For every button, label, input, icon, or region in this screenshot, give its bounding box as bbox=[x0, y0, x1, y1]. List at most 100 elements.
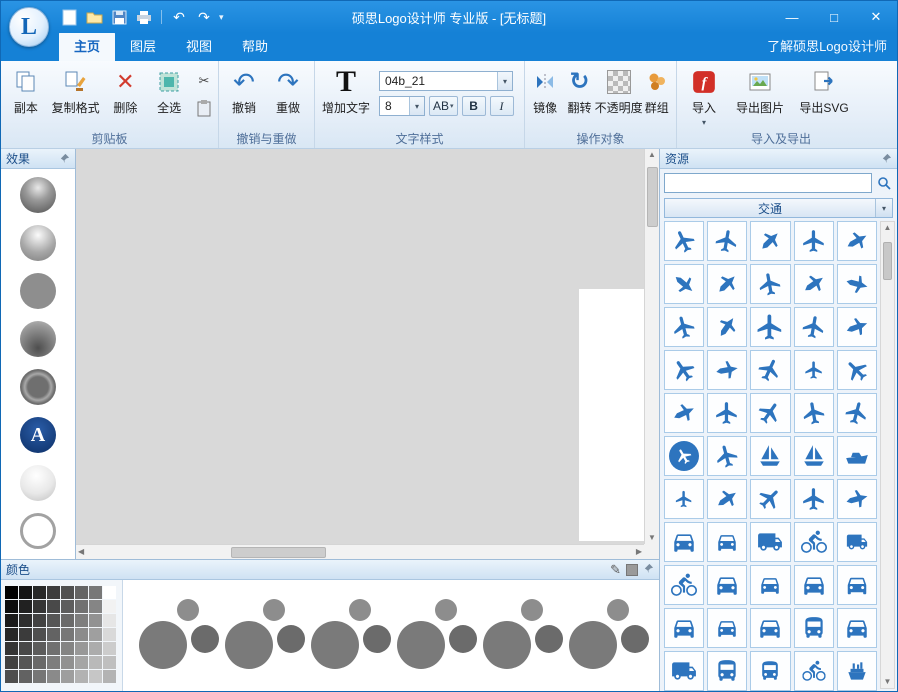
import-button[interactable]: f 导入 ▾ bbox=[680, 64, 728, 127]
open-file-button[interactable] bbox=[84, 7, 104, 27]
resource-item-plane[interactable] bbox=[750, 479, 790, 519]
redo-button[interactable]: ↷ 重做 bbox=[266, 64, 310, 116]
color-swatch[interactable] bbox=[47, 642, 60, 655]
color-swatch[interactable] bbox=[47, 656, 60, 669]
resource-item-truck[interactable] bbox=[837, 522, 877, 562]
copy-format-button[interactable]: 复制格式 bbox=[48, 64, 104, 116]
resource-item-plane[interactable] bbox=[707, 436, 747, 476]
resource-item-car[interactable] bbox=[707, 522, 747, 562]
color-swatch[interactable] bbox=[61, 614, 74, 627]
color-swatch[interactable] bbox=[89, 614, 102, 627]
color-swatch[interactable] bbox=[5, 614, 18, 627]
resource-item-plane[interactable] bbox=[664, 350, 704, 390]
cut-button[interactable]: ✂ bbox=[193, 70, 215, 92]
color-swatch[interactable] bbox=[61, 586, 74, 599]
color-swatch[interactable] bbox=[103, 628, 116, 641]
resource-item-plane[interactable] bbox=[707, 393, 747, 433]
effect-item-ring-thick[interactable] bbox=[20, 369, 56, 405]
effect-item-sphere-light[interactable] bbox=[20, 465, 56, 501]
template-preview[interactable] bbox=[139, 597, 219, 675]
resource-item-plane[interactable] bbox=[664, 221, 704, 261]
delete-button[interactable]: ✕ 删除 bbox=[103, 64, 147, 116]
pin-icon[interactable] bbox=[59, 153, 70, 164]
effect-item-ball-shadow[interactable] bbox=[20, 321, 56, 357]
resource-item-bus[interactable] bbox=[794, 608, 834, 648]
resource-item-bus[interactable] bbox=[750, 651, 790, 691]
resource-item-plane[interactable] bbox=[664, 479, 704, 519]
canvas-horizontal-scrollbar[interactable]: ◀ ▶ bbox=[76, 544, 644, 559]
color-swatch[interactable] bbox=[33, 614, 46, 627]
resource-item-car[interactable] bbox=[707, 608, 747, 648]
resource-item-sail[interactable] bbox=[750, 436, 790, 476]
color-swatch[interactable] bbox=[5, 670, 18, 683]
undo-quick-button[interactable]: ↶ bbox=[169, 7, 189, 27]
color-swatch[interactable] bbox=[47, 670, 60, 683]
color-swatch[interactable] bbox=[19, 656, 32, 669]
canvas-vertical-scrollbar[interactable]: ▲ ▼ bbox=[644, 149, 659, 544]
template-preview[interactable] bbox=[225, 597, 305, 675]
resource-item-plane[interactable] bbox=[750, 264, 790, 304]
export-svg-button[interactable]: 导出SVG bbox=[792, 64, 856, 116]
toolbar-dropdown-icon[interactable]: ▾ bbox=[219, 12, 224, 23]
color-swatch[interactable] bbox=[103, 656, 116, 669]
color-swatch[interactable] bbox=[5, 600, 18, 613]
resource-item-plane[interactable] bbox=[794, 479, 834, 519]
color-swatch[interactable] bbox=[103, 670, 116, 683]
canvas-page[interactable] bbox=[579, 289, 644, 541]
resource-item-plane[interactable] bbox=[664, 307, 704, 347]
color-swatch[interactable] bbox=[33, 586, 46, 599]
font-size-select[interactable]: 8 ▾ bbox=[379, 96, 425, 116]
scroll-up-icon[interactable]: ▲ bbox=[884, 224, 892, 232]
minimize-button[interactable]: — bbox=[771, 1, 813, 33]
color-swatch[interactable] bbox=[5, 586, 18, 599]
app-logo[interactable]: L bbox=[9, 7, 49, 47]
tab-home[interactable]: 主页 bbox=[59, 31, 115, 61]
color-swatch[interactable] bbox=[19, 586, 32, 599]
resource-item-car[interactable] bbox=[707, 565, 747, 605]
print-button[interactable] bbox=[134, 7, 154, 27]
search-icon[interactable] bbox=[875, 174, 893, 192]
color-swatch[interactable] bbox=[33, 600, 46, 613]
color-swatch[interactable] bbox=[61, 628, 74, 641]
resource-item-car[interactable] bbox=[794, 565, 834, 605]
color-swatch[interactable] bbox=[5, 642, 18, 655]
color-swatch[interactable] bbox=[103, 600, 116, 613]
resource-item-plane[interactable] bbox=[750, 393, 790, 433]
edit-pencil-icon[interactable]: ✎ bbox=[610, 562, 621, 578]
scroll-up-icon[interactable]: ▲ bbox=[648, 151, 656, 159]
chevron-down-icon[interactable]: ▾ bbox=[497, 72, 512, 90]
color-swatch[interactable] bbox=[89, 600, 102, 613]
effect-item-sphere-dark[interactable] bbox=[20, 177, 56, 213]
resource-item-sail[interactable] bbox=[794, 436, 834, 476]
chevron-down-icon[interactable]: ▾ bbox=[409, 97, 424, 115]
resource-item-plane[interactable] bbox=[837, 350, 877, 390]
color-swatch[interactable] bbox=[61, 642, 74, 655]
resource-item-car[interactable] bbox=[837, 608, 877, 648]
color-swatch[interactable] bbox=[89, 670, 102, 683]
color-swatch[interactable] bbox=[75, 656, 88, 669]
paste-button[interactable] bbox=[193, 97, 215, 119]
effect-item-ring-thin[interactable] bbox=[20, 513, 56, 549]
color-swatch[interactable] bbox=[89, 586, 102, 599]
color-swatch[interactable] bbox=[75, 614, 88, 627]
bold-button[interactable]: B bbox=[462, 96, 486, 116]
color-swatch[interactable] bbox=[75, 586, 88, 599]
resource-item-jet[interactable] bbox=[664, 393, 704, 433]
resource-item-car[interactable] bbox=[664, 608, 704, 648]
resource-item-car[interactable] bbox=[664, 522, 704, 562]
vertical-scroll-thumb[interactable] bbox=[647, 167, 658, 227]
color-swatch[interactable] bbox=[33, 642, 46, 655]
resource-item-jet[interactable] bbox=[837, 479, 877, 519]
color-swatch[interactable] bbox=[61, 600, 74, 613]
resource-item-jet[interactable] bbox=[837, 221, 877, 261]
resource-item-yacht[interactable] bbox=[837, 436, 877, 476]
color-swatch[interactable] bbox=[47, 600, 60, 613]
export-image-button[interactable]: 导出图片 bbox=[728, 64, 792, 116]
template-preview[interactable] bbox=[397, 597, 477, 675]
color-swatch[interactable] bbox=[19, 642, 32, 655]
chevron-down-icon[interactable]: ▾ bbox=[702, 118, 706, 127]
scroll-down-icon[interactable]: ▼ bbox=[884, 678, 892, 686]
template-preview[interactable] bbox=[569, 597, 649, 675]
template-preview[interactable] bbox=[483, 597, 563, 675]
color-swatch[interactable] bbox=[19, 600, 32, 613]
